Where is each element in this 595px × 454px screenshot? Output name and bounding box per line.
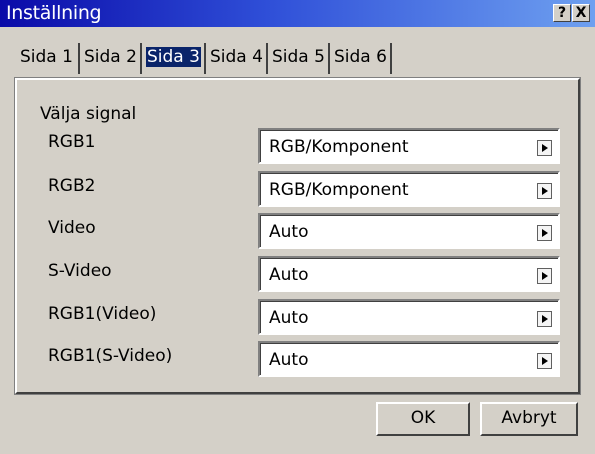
group-title: Välja signal bbox=[40, 104, 137, 124]
title-bar: Inställning ? X bbox=[0, 0, 595, 27]
tab-label: Sida 2 bbox=[84, 47, 137, 67]
select-value: RGB/Komponent bbox=[269, 180, 409, 200]
select-rgb1-s-video[interactable]: Auto bbox=[258, 341, 560, 377]
select-value: Auto bbox=[269, 350, 309, 370]
select-inner: RGB/Komponent bbox=[260, 130, 558, 162]
tab-sida-4[interactable]: Sida 4 bbox=[206, 43, 268, 74]
tab-label: Sida 4 bbox=[210, 47, 263, 67]
arrow-right-icon[interactable] bbox=[537, 268, 552, 284]
row-label-rgb1: RGB1 bbox=[48, 132, 96, 152]
arrow-right-icon[interactable] bbox=[537, 311, 552, 327]
tab-label: Sida 3 bbox=[146, 47, 201, 67]
select-value: RGB/Komponent bbox=[269, 137, 409, 157]
tab-sida-1[interactable]: Sida 1 bbox=[16, 43, 80, 74]
select-value: Auto bbox=[269, 308, 309, 328]
arrow-right-icon[interactable] bbox=[537, 353, 552, 369]
select-video[interactable]: Auto bbox=[258, 213, 560, 249]
select-rgb1-video[interactable]: Auto bbox=[258, 299, 560, 335]
row-label-rgb1-s-video: RGB1(S-Video) bbox=[48, 346, 173, 366]
select-value: Auto bbox=[269, 222, 309, 242]
row-label-video: Video bbox=[48, 218, 96, 238]
tab-label: Sida 1 bbox=[20, 47, 73, 67]
window-title: Inställning bbox=[6, 2, 102, 24]
row-label-rgb2: RGB2 bbox=[48, 176, 96, 196]
select-inner: Auto bbox=[260, 215, 558, 247]
ok-button[interactable]: OK bbox=[376, 402, 470, 436]
select-inner: Auto bbox=[260, 258, 558, 290]
tab-sida-6[interactable]: Sida 6 bbox=[330, 43, 392, 74]
select-inner: Auto bbox=[260, 301, 558, 333]
close-button[interactable]: X bbox=[572, 4, 590, 22]
arrow-right-icon[interactable] bbox=[537, 225, 552, 241]
row-label-rgb1-video: RGB1(Video) bbox=[48, 304, 157, 324]
select-inner: Auto bbox=[260, 343, 558, 375]
select-rgb1[interactable]: RGB/Komponent bbox=[258, 128, 560, 164]
tab-sida-5[interactable]: Sida 5 bbox=[268, 43, 330, 74]
tab-sida-3[interactable]: Sida 3 bbox=[142, 43, 206, 74]
cancel-button[interactable]: Avbryt bbox=[480, 402, 578, 436]
help-button[interactable]: ? bbox=[553, 4, 571, 22]
arrow-right-icon[interactable] bbox=[537, 140, 552, 156]
select-value: Auto bbox=[269, 265, 309, 285]
tab-label: Sida 6 bbox=[334, 47, 387, 67]
tab-sida-2[interactable]: Sida 2 bbox=[80, 43, 142, 74]
arrow-right-icon[interactable] bbox=[537, 183, 552, 199]
select-inner: RGB/Komponent bbox=[260, 173, 558, 205]
tab-label: Sida 5 bbox=[272, 47, 325, 67]
select-s-video[interactable]: Auto bbox=[258, 256, 560, 292]
select-rgb2[interactable]: RGB/Komponent bbox=[258, 171, 560, 207]
row-label-s-video: S-Video bbox=[48, 261, 112, 281]
